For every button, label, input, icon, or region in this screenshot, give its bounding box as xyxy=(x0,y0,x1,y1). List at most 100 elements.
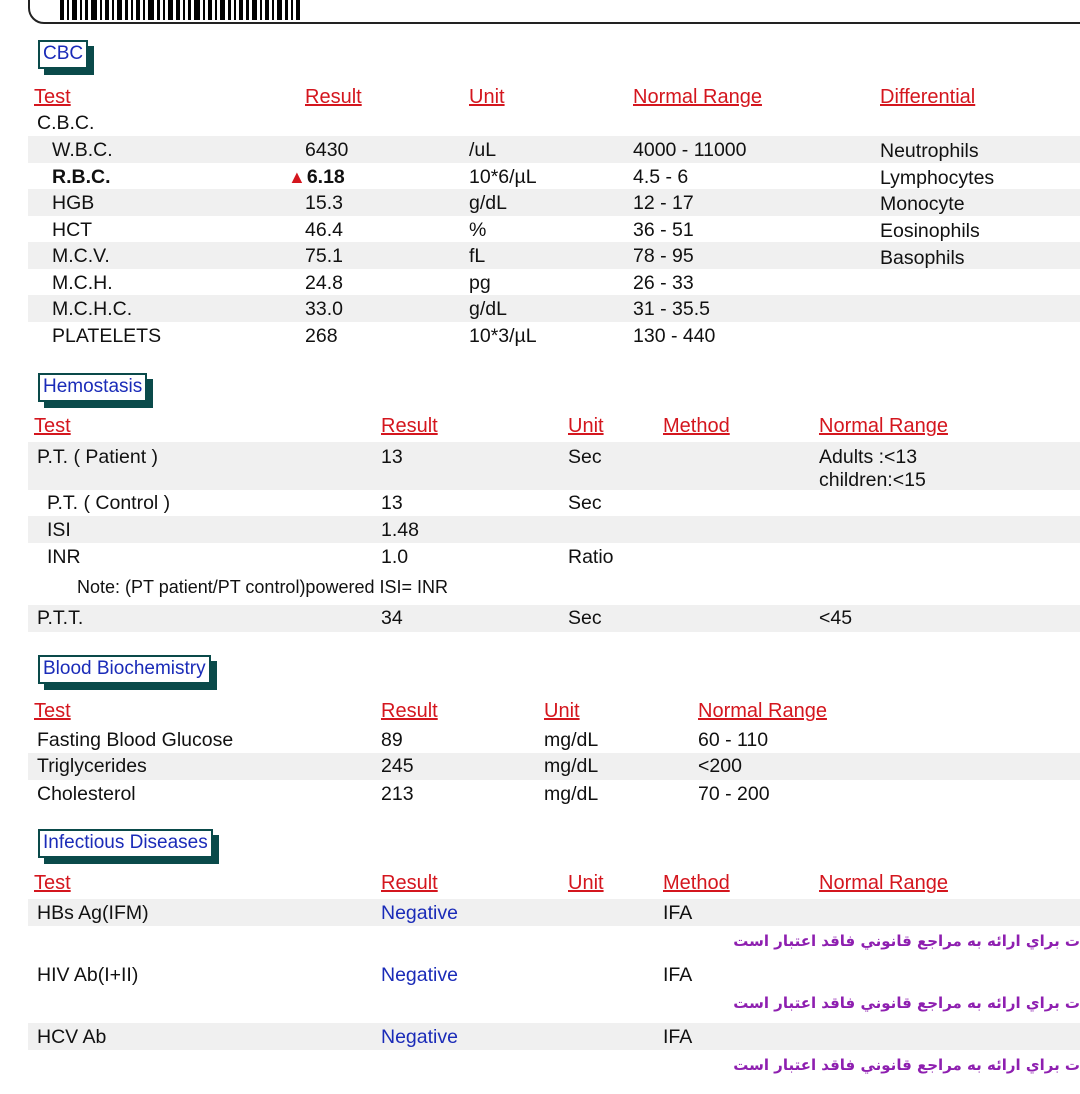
inf-test-name: HIV Ab(I+II) xyxy=(37,964,139,986)
row-band xyxy=(28,899,1080,926)
hemo-range: <45 xyxy=(819,607,853,629)
hemo-range-children: children:<15 xyxy=(819,469,926,491)
hemo-test-name: P.T.T. xyxy=(37,607,84,629)
hemo-result: 1.0 xyxy=(381,546,409,568)
inf-test-name: HCV Ab xyxy=(37,1026,107,1048)
cbc-result: 75.1 xyxy=(305,245,343,267)
cbc-test-name: HGB xyxy=(52,192,95,214)
hemo-test-name: P.T. ( Patient ) xyxy=(37,446,159,468)
cbc-range: 26 - 33 xyxy=(633,272,694,294)
biochem-range: 70 - 200 xyxy=(698,783,770,805)
hemo-result: 1.48 xyxy=(381,519,419,541)
cbc-unit: g/dL xyxy=(469,192,507,214)
cbc-test-name: HCT xyxy=(52,219,93,241)
cbc-result: 268 xyxy=(305,325,338,347)
hemo-unit: Sec xyxy=(568,492,602,514)
cbc-range: 4000 - 11000 xyxy=(633,139,747,161)
biochem-header-result: Result xyxy=(381,700,438,722)
cbc-unit: 10*3/µL xyxy=(469,325,537,347)
cbc-result: 33.0 xyxy=(305,298,343,320)
biochem-test-name: Triglycerides xyxy=(37,755,147,777)
biochem-range: 60 - 110 xyxy=(698,729,769,751)
cbc-group-label: C.B.C. xyxy=(37,112,95,134)
inf-header-unit: Unit xyxy=(568,872,604,894)
hemo-header-range: Normal Range xyxy=(819,415,948,437)
barcode xyxy=(60,0,303,20)
cbc-range: 4.5 - 6 xyxy=(633,166,689,188)
inf-result: Negative xyxy=(381,964,458,986)
cbc-differential: Eosinophils xyxy=(880,220,980,242)
cbc-header-differential: Differential xyxy=(880,86,976,108)
hemo-note: Note: (PT patient/PT control)powered ISI… xyxy=(77,577,449,597)
cbc-test-name: W.B.C. xyxy=(52,139,113,161)
cbc-unit: % xyxy=(469,219,487,241)
row-band xyxy=(28,605,1080,632)
cbc-result: 24.8 xyxy=(305,272,343,294)
inf-method: IFA xyxy=(663,1026,693,1048)
inf-method: IFA xyxy=(663,902,693,924)
inf-header-method: Method xyxy=(663,872,730,894)
cbc-differential: Lymphocytes xyxy=(880,167,995,189)
cbc-range: 36 - 51 xyxy=(633,219,694,241)
hemo-unit: Ratio xyxy=(568,546,614,568)
hemo-test-name: ISI xyxy=(47,519,71,541)
inf-result: Negative xyxy=(381,902,458,924)
cbc-differential: Basophils xyxy=(880,247,965,269)
biochem-result: 89 xyxy=(381,729,403,751)
hemo-header-test: Test xyxy=(34,415,71,437)
section-title-biochemistry: Blood Biochemistry xyxy=(38,655,211,684)
cbc-unit: fL xyxy=(469,245,486,267)
cbc-result: 6430 xyxy=(305,139,349,161)
hemo-test-name: P.T. ( Control ) xyxy=(47,492,171,514)
cbc-result: 15.3 xyxy=(305,192,343,214)
cbc-differential: Monocyte xyxy=(880,193,965,215)
cbc-test-name: R.B.C. xyxy=(52,166,111,188)
row-band xyxy=(28,516,1080,543)
inf-legal-note: ت براي ارائه به مراجع قانوني فاقد اعتبار… xyxy=(733,994,1080,1012)
hemo-header-result: Result xyxy=(381,415,438,437)
cbc-range: 12 - 17 xyxy=(633,192,694,214)
cbc-header-test: Test xyxy=(34,86,71,108)
hemo-header-unit: Unit xyxy=(568,415,604,437)
hemo-result: 13 xyxy=(381,492,403,514)
cbc-test-name: M.C.H. xyxy=(52,272,113,294)
cbc-range: 31 - 35.5 xyxy=(633,298,710,320)
inf-method: IFA xyxy=(663,964,693,986)
hemo-header-method: Method xyxy=(663,415,730,437)
biochem-unit: mg/dL xyxy=(544,729,599,751)
inf-legal-note: ت براي ارائه به مراجع قانوني فاقد اعتبار… xyxy=(733,932,1080,950)
hemo-result: 34 xyxy=(381,607,403,629)
biochem-unit: mg/dL xyxy=(544,755,599,777)
biochem-result: 245 xyxy=(381,755,414,777)
inf-header-range: Normal Range xyxy=(819,872,948,894)
inf-header-result: Result xyxy=(381,872,438,894)
cbc-header-unit: Unit xyxy=(469,86,505,108)
cbc-test-name: M.C.V. xyxy=(52,245,110,267)
biochem-result: 213 xyxy=(381,783,414,805)
biochem-test-name: Cholesterol xyxy=(37,783,136,805)
cbc-header-result: Result xyxy=(305,86,362,108)
section-title-hemostasis: Hemostasis xyxy=(38,373,148,402)
hemo-test-name: INR xyxy=(47,546,81,568)
hemo-unit: Sec xyxy=(568,446,602,468)
section-title-infectious: Infectious Diseases xyxy=(38,829,213,858)
biochem-header-unit: Unit xyxy=(544,700,580,722)
hemo-unit: Sec xyxy=(568,607,602,629)
cbc-unit: /uL xyxy=(469,139,497,161)
cbc-unit: 10*6/µL xyxy=(469,166,537,188)
cbc-range: 130 - 440 xyxy=(633,325,716,347)
biochem-unit: mg/dL xyxy=(544,783,599,805)
inf-test-name: HBs Ag(IFM) xyxy=(37,902,149,924)
cbc-test-name: PLATELETS xyxy=(52,325,162,347)
cbc-test-name: M.C.H.C. xyxy=(52,298,133,320)
cbc-result: 46.4 xyxy=(305,219,343,241)
row-band xyxy=(28,1023,1080,1050)
biochem-test-name: Fasting Blood Glucose xyxy=(37,729,234,751)
high-flag-arrow-icon: ▲ xyxy=(288,167,306,187)
inf-result: Negative xyxy=(381,1026,458,1048)
section-title-cbc: CBC xyxy=(38,40,89,69)
cbc-unit: pg xyxy=(469,272,491,294)
biochem-header-range: Normal Range xyxy=(698,700,827,722)
biochem-header-test: Test xyxy=(34,700,71,722)
cbc-differential: Neutrophils xyxy=(880,140,979,162)
